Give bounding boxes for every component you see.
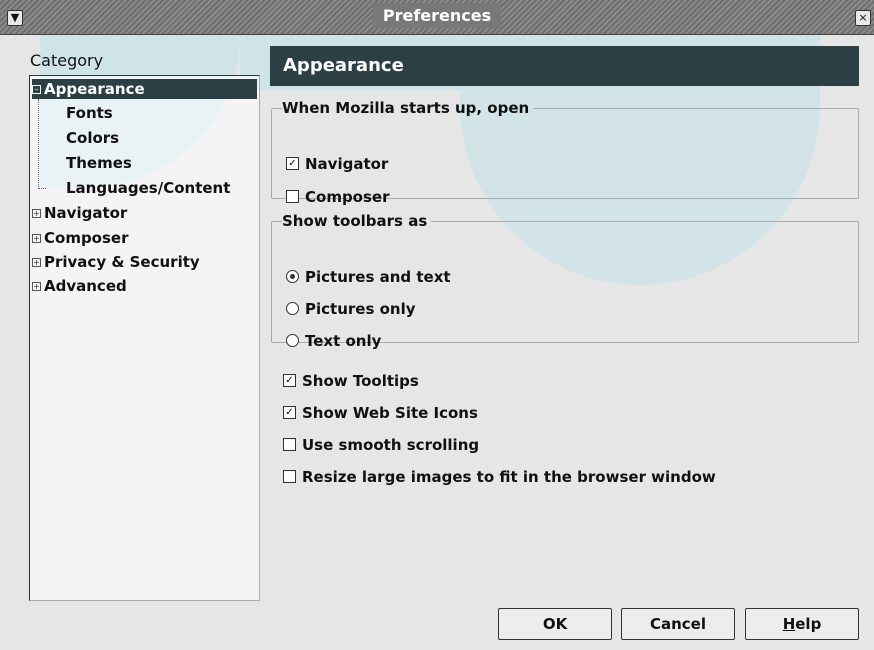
tree-item-label: Appearance [44,80,145,98]
toolbar-pictures-and-text-radio[interactable]: Pictures and text [286,268,451,286]
tree-item-label: Languages/Content [66,179,231,197]
checkbox-label: Navigator [305,155,389,173]
toolbar-text-only-radio[interactable]: Text only [286,332,381,350]
chevron-down-icon[interactable]: ▼ [7,10,23,26]
expand-icon[interactable]: + [32,234,41,243]
radio-label: Pictures only [305,300,416,318]
checkbox-unchecked-icon[interactable] [286,190,299,203]
radio-selected-icon[interactable] [286,270,299,283]
panel-title: Appearance [270,46,859,86]
resize-images-checkbox[interactable]: Resize large images to fit in the browse… [283,468,716,486]
expand-icon[interactable]: + [32,209,41,218]
collapse-icon[interactable]: – [32,85,41,94]
checkbox-label: Show Web Site Icons [302,404,478,422]
toolbar-pictures-only-radio[interactable]: Pictures only [286,300,416,318]
tree-item-label: Composer [44,229,129,247]
tree-item-label: Themes [66,154,132,172]
cancel-button[interactable]: Cancel [621,608,735,640]
toolbars-group: Show toolbars as Pictures and text Pictu… [271,212,859,350]
help-button[interactable]: Help [745,608,859,640]
startup-legend: When Mozilla starts up, open [282,99,530,117]
tree-item-colors[interactable]: Colors [66,128,119,148]
category-tree[interactable]: – Appearance Fonts Colors Themes Language… [29,75,260,601]
expand-icon[interactable]: + [32,282,41,291]
tree-item-label: Navigator [44,204,128,222]
category-label: Category [30,51,104,70]
tree-item-privacy-security[interactable]: + Privacy & Security [32,252,200,272]
checkbox-label: Resize large images to fit in the browse… [302,468,716,486]
close-icon[interactable]: × [855,10,871,26]
tree-item-label: Privacy & Security [44,253,200,271]
checkbox-checked-icon[interactable]: ✓ [283,406,296,419]
tree-item-label: Fonts [66,104,113,122]
smooth-scrolling-checkbox[interactable]: Use smooth scrolling [283,436,479,454]
startup-navigator-checkbox[interactable]: ✓ Navigator [286,155,388,173]
tree-connector [38,188,46,189]
tree-connector [38,99,39,187]
radio-unselected-icon[interactable] [286,302,299,315]
checkbox-unchecked-icon[interactable] [283,438,296,451]
title-bar[interactable]: ▼ Preferences × [0,0,874,35]
checkbox-checked-icon[interactable]: ✓ [283,374,296,387]
tree-item-languages-content[interactable]: Languages/Content [66,178,230,198]
tree-item-advanced[interactable]: + Advanced [32,276,127,296]
ok-button[interactable]: OK [498,608,612,640]
checkbox-label: Composer [305,188,390,206]
tree-item-label: Advanced [44,277,127,295]
tree-item-themes[interactable]: Themes [66,153,132,173]
checkbox-label: Use smooth scrolling [302,436,480,454]
radio-unselected-icon[interactable] [286,334,299,347]
expand-icon[interactable]: + [32,258,41,267]
help-mnemonic: H [782,615,796,633]
checkbox-unchecked-icon[interactable] [283,470,296,483]
tree-item-navigator[interactable]: + Navigator [32,203,127,223]
tree-item-fonts[interactable]: Fonts [66,103,113,123]
checkbox-checked-icon[interactable]: ✓ [286,157,299,170]
tree-item-label: Colors [66,129,120,147]
tree-item-composer[interactable]: + Composer [32,228,129,248]
startup-composer-checkbox[interactable]: Composer [286,188,390,206]
checkbox-label: Show Tooltips [302,372,419,390]
radio-label: Text only [305,332,382,350]
tree-item-appearance[interactable]: – Appearance [32,79,257,99]
help-label: elp [795,615,822,633]
show-web-site-icons-checkbox[interactable]: ✓ Show Web Site Icons [283,404,478,422]
startup-group: When Mozilla starts up, open ✓ Navigator … [271,99,859,206]
toolbars-legend: Show toolbars as [282,212,428,230]
window-title: Preferences [372,3,502,28]
show-tooltips-checkbox[interactable]: ✓ Show Tooltips [283,372,419,390]
radio-label: Pictures and text [305,268,451,286]
